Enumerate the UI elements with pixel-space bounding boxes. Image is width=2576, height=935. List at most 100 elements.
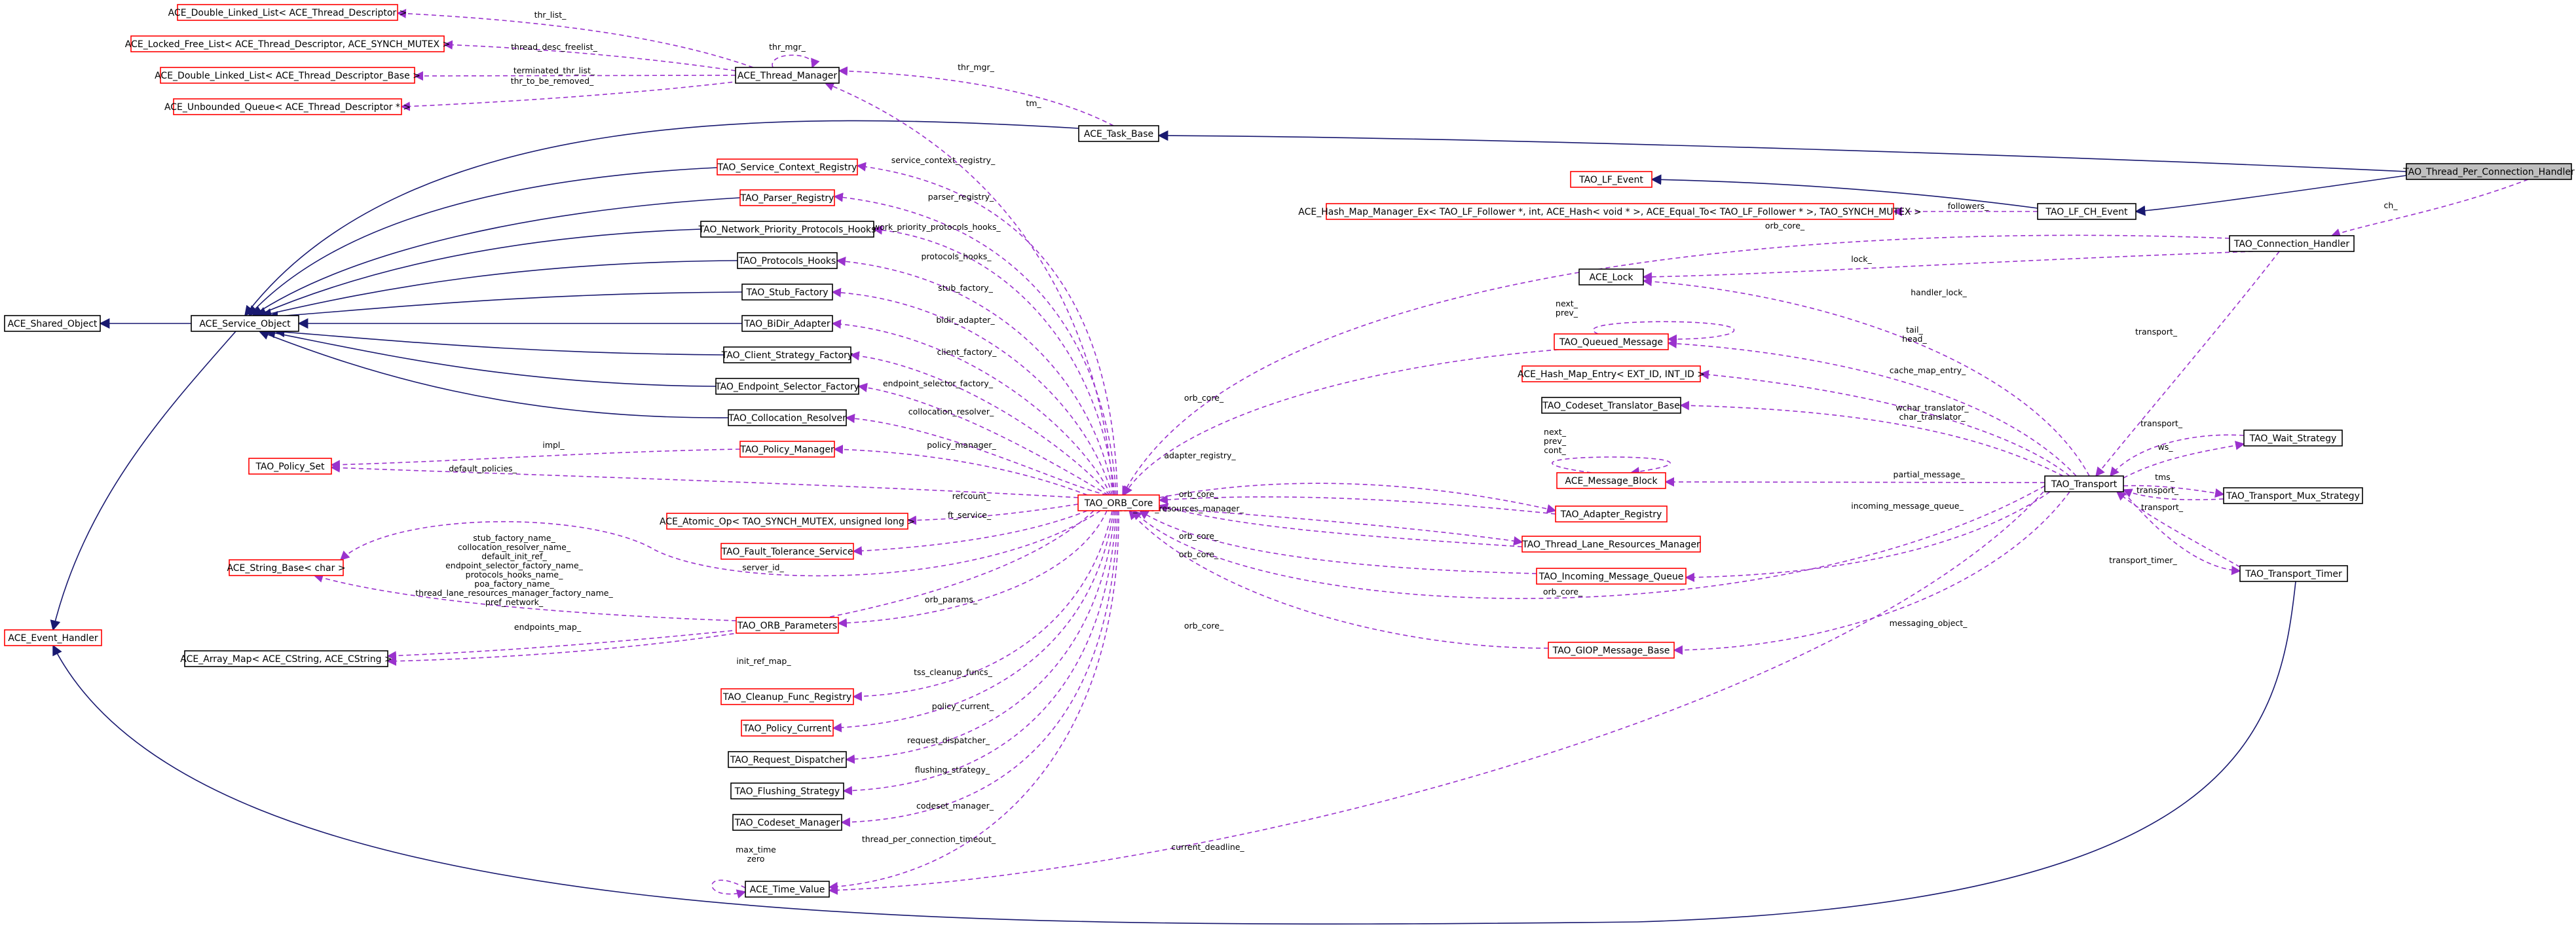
node-thread-per-connection-handler[interactable]: TAO_Thread_Per_Connection_Handler bbox=[2402, 163, 2575, 180]
node-label-service-object: ACE_Service_Object bbox=[199, 319, 291, 329]
node-label-time-value: ACE_Time_Value bbox=[750, 885, 825, 895]
edge-label-thr-list: thr_list_ bbox=[534, 10, 567, 20]
node-label-wait-strategy: TAO_Wait_Strategy bbox=[2249, 433, 2337, 444]
edge-label-codeset-manager: codeset_manager_ bbox=[916, 801, 994, 811]
usage-edge-messaging-object bbox=[1673, 491, 2070, 655]
edge-label-transport-tms: transport_ bbox=[2137, 485, 2179, 495]
edge-label-next-prev-qm: next_ prev_ bbox=[1556, 299, 1578, 318]
edge-label-network-priority-protocols-hooks: network_priority_protocols_hooks_ bbox=[859, 222, 1001, 232]
node-shared-object[interactable]: ACE_Shared_Object bbox=[4, 315, 101, 332]
node-queued-message[interactable]: TAO_Queued_Message bbox=[1554, 333, 1669, 350]
edge-label-layer: ch_ thr_list_ thread_desc_freelist_termina… bbox=[415, 10, 2398, 864]
node-lf-ch-event[interactable]: TAO_LF_CH_Event bbox=[2037, 203, 2137, 220]
node-request-dispatcher[interactable]: TAO_Request_Dispatcher bbox=[728, 751, 847, 768]
edge-label-endpoint-selector-factory: endpoint_selector_factory_ bbox=[883, 378, 994, 388]
class-collaboration-graph: ch_ thr_list_ thread_desc_freelist_termina… bbox=[4, 4, 2575, 925]
node-label-parser-registry: TAO_Parser_Registry bbox=[740, 193, 834, 204]
node-string-base[interactable]: ACE_String_Base< char > bbox=[227, 559, 346, 576]
node-hash-map-entry[interactable]: ACE_Hash_Map_Entry< EXT_ID, INT_ID > bbox=[1518, 365, 1705, 382]
node-label-collocation-resolver: TAO_Collocation_Resolver bbox=[728, 413, 846, 424]
node-dll-thread-descriptor[interactable]: ACE_Double_Linked_List< ACE_Thread_Descr… bbox=[168, 4, 407, 21]
inheritance-edge-sf-service bbox=[267, 291, 743, 321]
node-atomic-op[interactable]: ACE_Atomic_Op< TAO_SYNCH_MUTEX, unsigned… bbox=[660, 513, 915, 530]
node-codeset-translator-base[interactable]: TAO_Codeset_Translator_Base bbox=[1541, 397, 1681, 414]
edge-label-tss-cleanup-funcs: tss_cleanup_funcs_ bbox=[914, 667, 993, 677]
usage-edge-csf bbox=[849, 351, 1110, 496]
edge-label-wchar-char-translator: wchar_translator_ char_translator_ bbox=[1895, 403, 1969, 422]
edge-label-refcount: refcount_ bbox=[952, 491, 991, 501]
node-orb-core[interactable]: TAO_ORB_Core bbox=[1077, 494, 1160, 511]
node-service-object[interactable]: ACE_Service_Object bbox=[191, 315, 299, 332]
usage-edge-tail-head bbox=[1667, 339, 2077, 477]
node-locked-free-list[interactable]: ACE_Locked_Free_List< ACE_Thread_Descrip… bbox=[125, 35, 450, 52]
usage-edge-pr bbox=[833, 192, 1117, 496]
node-event-handler[interactable]: ACE_Event_Handler bbox=[4, 629, 102, 646]
node-client-strategy-factory[interactable]: TAO_Client_Strategy_Factory bbox=[721, 346, 853, 363]
node-hash-map-manager-ex[interactable]: ACE_Hash_Map_Manager_Ex< TAO_LF_Follower… bbox=[1298, 203, 1922, 220]
node-wait-strategy[interactable]: TAO_Wait_Strategy bbox=[2243, 430, 2343, 447]
edge-label-service-context-registry: service_context_registry_ bbox=[891, 155, 996, 165]
node-time-value[interactable]: ACE_Time_Value bbox=[745, 881, 830, 898]
node-ace-lock[interactable]: ACE_Lock bbox=[1578, 268, 1644, 285]
node-protocols-hooks[interactable]: TAO_Protocols_Hooks bbox=[737, 252, 838, 269]
node-incoming-message-queue[interactable]: TAO_Incoming_Message_Queue bbox=[1536, 568, 1687, 585]
node-array-map[interactable]: ACE_Array_Map< ACE_CString, ACE_CString … bbox=[180, 650, 392, 667]
node-orb-parameters[interactable]: TAO_ORB_Parameters bbox=[736, 617, 839, 634]
edge-label-default-policies: default_policies_ bbox=[449, 464, 517, 473]
node-giop-message-base[interactable]: TAO_GIOP_Message_Base bbox=[1548, 642, 1675, 659]
node-policy-set[interactable]: TAO_Policy_Set bbox=[248, 458, 332, 475]
node-parser-registry[interactable]: TAO_Parser_Registry bbox=[739, 189, 835, 206]
node-service-context-registry[interactable]: TAO_Service_Context_Registry bbox=[717, 158, 858, 175]
collaboration-diagram-canvas: { "colors": { "usage_edge": "#9a32cd", "… bbox=[0, 0, 2576, 935]
node-message-block[interactable]: ACE_Message_Block bbox=[1556, 472, 1666, 489]
edge-label-max-time-zero: max_time zero bbox=[736, 845, 776, 864]
node-label-unbounded-queue: ACE_Unbounded_Queue< ACE_Thread_Descript… bbox=[164, 102, 411, 113]
node-flushing-strategy[interactable]: TAO_Flushing_Strategy bbox=[730, 782, 844, 799]
usage-edge-tpc-timeout bbox=[828, 510, 1119, 892]
edge-label-transport-ws: transport_ bbox=[2140, 418, 2183, 428]
node-policy-current[interactable]: TAO_Policy_Current bbox=[741, 720, 834, 737]
usage-edge-max-zero bbox=[711, 879, 747, 899]
node-label-request-dispatcher: TAO_Request_Dispatcher bbox=[730, 755, 845, 765]
node-unbounded-queue[interactable]: ACE_Unbounded_Queue< ACE_Thread_Descript… bbox=[164, 98, 411, 115]
usage-edge-wchar-char bbox=[1679, 401, 2064, 477]
node-label-policy-set: TAO_Policy_Set bbox=[255, 462, 325, 472]
node-codeset-manager[interactable]: TAO_Codeset_Manager bbox=[732, 814, 842, 831]
node-transport-timer[interactable]: TAO_Transport_Timer bbox=[2239, 565, 2348, 582]
node-label-transport: TAO_Transport bbox=[2051, 479, 2118, 490]
edge-label-ft-service: ft_service_ bbox=[948, 510, 992, 520]
node-transport-mux-strategy[interactable]: TAO_Transport_Mux_Strategy bbox=[2223, 487, 2363, 504]
usage-edge-thr-mgr bbox=[838, 66, 1114, 126]
node-policy-manager[interactable]: TAO_Policy_Manager bbox=[739, 441, 835, 458]
usage-edge-ws bbox=[2123, 441, 2245, 479]
node-connection-handler[interactable]: TAO_Connection_Handler bbox=[2229, 235, 2355, 252]
node-lf-event[interactable]: TAO_LF_Event bbox=[1570, 171, 1652, 188]
node-label-atomic-op: ACE_Atomic_Op< TAO_SYNCH_MUTEX, unsigned… bbox=[660, 517, 915, 527]
node-bidir-adapter[interactable]: TAO_BiDir_Adapter bbox=[741, 315, 833, 332]
edge-label-orb-core-transport: orb_core_ bbox=[1543, 587, 1583, 596]
edge-label-thr-mgr-self: thr_mgr_ bbox=[769, 42, 806, 52]
node-layer: TAO_Thread_Per_Connection_Handler ACE_Tas… bbox=[4, 4, 2575, 898]
node-adapter-registry[interactable]: TAO_Adapter_Registry bbox=[1555, 505, 1668, 522]
node-network-priority-protocols-hooks[interactable]: TAO_Network_Priority_Protocols_Hooks bbox=[698, 221, 876, 238]
edge-label-thr-mgr: thr_mgr_ bbox=[958, 62, 994, 72]
node-fault-tolerance-service[interactable]: TAO_Fault_Tolerance_Service bbox=[720, 543, 854, 560]
node-dll-thread-descriptor-base[interactable]: ACE_Double_Linked_List< ACE_Thread_Descr… bbox=[155, 67, 420, 84]
edge-label-request-dispatcher: request_dispatcher_ bbox=[907, 735, 990, 745]
node-transport[interactable]: TAO_Transport bbox=[2044, 475, 2124, 492]
edge-label-bidir-adapter: bidir_adapter_ bbox=[936, 315, 995, 325]
node-cleanup-func-registry[interactable]: TAO_Cleanup_Func_Registry bbox=[720, 688, 854, 705]
edge-label-policy-current: policy_current_ bbox=[932, 701, 994, 711]
usage-edge-ch bbox=[2330, 179, 2529, 238]
node-endpoint-selector-factory[interactable]: TAO_Endpoint_Selector_Factory bbox=[715, 378, 859, 395]
node-thread-lane-resources-manager[interactable]: TAO_Thread_Lane_Resources_Manager bbox=[1521, 536, 1701, 553]
edge-layer bbox=[50, 9, 2529, 925]
node-stub-factory[interactable]: TAO_Stub_Factory bbox=[741, 284, 833, 301]
node-label-hash-map-entry: ACE_Hash_Map_Entry< EXT_ID, INT_ID > bbox=[1518, 369, 1705, 380]
node-task-base[interactable]: ACE_Task_Base bbox=[1078, 125, 1159, 142]
node-label-fault-tolerance-service: TAO_Fault_Tolerance_Service bbox=[721, 547, 853, 557]
edge-label-transport-timer: transport_timer_ bbox=[2109, 555, 2177, 565]
edge-label-lock: lock_ bbox=[1851, 254, 1872, 264]
node-thread-manager[interactable]: ACE_Thread_Manager bbox=[735, 67, 840, 84]
node-collocation-resolver[interactable]: TAO_Collocation_Resolver bbox=[728, 409, 847, 426]
